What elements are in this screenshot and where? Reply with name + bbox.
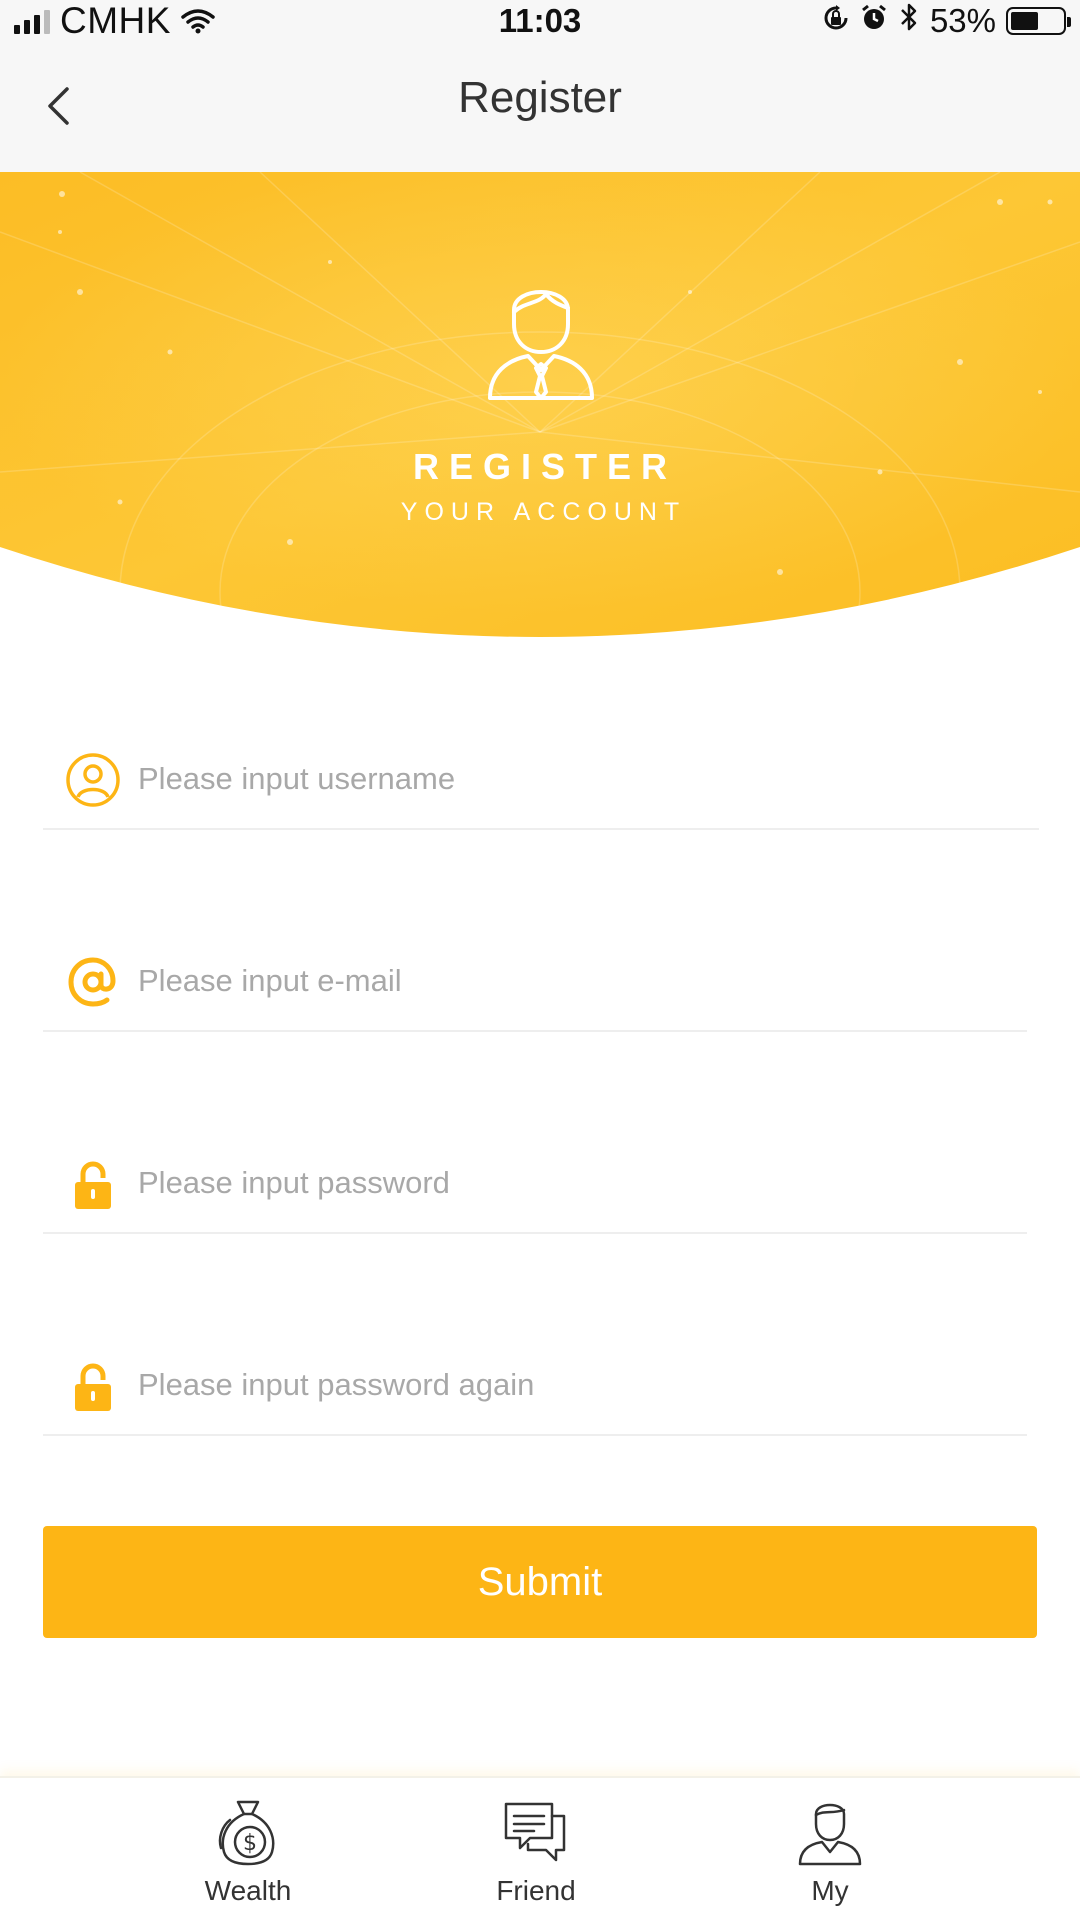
alarm-icon: [860, 1, 888, 41]
navigation-bar: Register: [0, 42, 1080, 172]
tab-my[interactable]: My: [730, 1778, 930, 1920]
hero-background: [0, 172, 1080, 650]
battery-level: [1011, 12, 1038, 30]
tab-friend-label: Friend: [496, 1875, 576, 1906]
page-title: Register: [458, 73, 622, 122]
tab-friend[interactable]: Friend: [436, 1778, 636, 1920]
hero-title: REGISTER: [412, 446, 678, 487]
confirm-password-input[interactable]: [138, 1356, 958, 1414]
password-input[interactable]: [138, 1154, 958, 1212]
submit-button[interactable]: Submit: [43, 1526, 1037, 1638]
username-field: [43, 740, 1039, 830]
orientation-lock-icon: [822, 1, 850, 41]
svg-text:$: $: [243, 1831, 257, 1856]
confirm-password-field: [43, 1346, 1027, 1436]
bottom-tab-bar: $ Wealth Friend My: [0, 1776, 1080, 1920]
register-screen: CMHK 11:03 53% Register REGISTER YOUR AC…: [0, 0, 1080, 1920]
email-field: [43, 942, 1027, 1032]
email-input[interactable]: [138, 952, 958, 1010]
battery-cap: [1067, 17, 1071, 27]
bluetooth-icon: [898, 1, 920, 41]
hero-banner: REGISTER YOUR ACCOUNT: [0, 172, 1080, 650]
tab-wealth[interactable]: $ Wealth: [148, 1778, 348, 1920]
battery-icon: [1006, 7, 1071, 35]
lock-icon: [65, 1358, 121, 1414]
battery-percentage: 53%: [929, 2, 996, 39]
chat-bubbles-icon: [504, 1802, 566, 1862]
status-right: 53%: [822, 0, 1071, 42]
user-circle-icon: [65, 752, 121, 808]
username-input[interactable]: [138, 750, 958, 808]
tab-wealth-label: Wealth: [204, 1875, 292, 1906]
user-profile-icon: [798, 1803, 862, 1866]
at-sign-icon: [65, 954, 121, 1010]
money-bag-icon: $: [218, 1800, 275, 1866]
password-field: [43, 1144, 1027, 1234]
businessman-avatar-icon: [488, 290, 594, 400]
status-bar: CMHK 11:03 53%: [0, 0, 1080, 42]
lock-icon: [65, 1156, 121, 1212]
hero-subtitle: YOUR ACCOUNT: [400, 498, 687, 526]
tab-my-label: My: [811, 1875, 849, 1906]
